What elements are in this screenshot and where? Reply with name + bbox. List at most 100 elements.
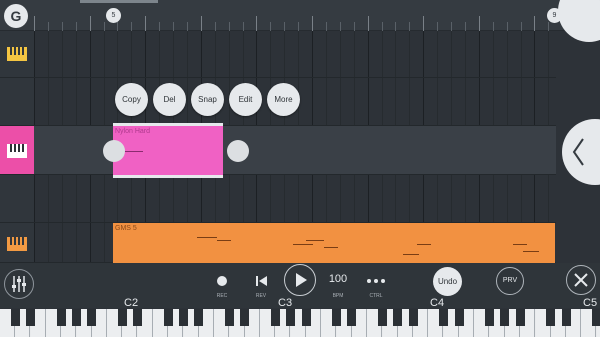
ruler-tick	[437, 22, 438, 31]
black-key[interactable]	[302, 309, 311, 326]
black-key[interactable]	[225, 309, 234, 326]
ruler-tick	[326, 22, 327, 31]
clip-note	[306, 240, 324, 241]
transport-bar: REC REV 100 BPM CTRL Undo PRV	[0, 263, 600, 308]
clip-note	[197, 237, 217, 238]
black-key[interactable]	[455, 309, 464, 326]
track-header-2[interactable]	[0, 78, 34, 126]
app-menu-button[interactable]: G	[4, 4, 28, 28]
ruler-tick	[243, 22, 244, 31]
play-icon	[296, 273, 307, 287]
black-key[interactable]	[347, 309, 356, 326]
control-button[interactable]: CTRL	[356, 265, 396, 299]
clip-resize-handle-left[interactable]	[103, 140, 125, 162]
record-label: REC	[216, 293, 228, 299]
snap-button[interactable]: Snap	[191, 83, 224, 116]
delete-button[interactable]: Del	[153, 83, 186, 116]
record-button[interactable]: REC	[202, 265, 242, 299]
bar-marker-5[interactable]: 5	[106, 8, 121, 23]
black-key[interactable]	[87, 309, 96, 326]
track-lane-4[interactable]	[34, 175, 556, 223]
ruler-tick	[62, 22, 63, 31]
black-key[interactable]	[286, 309, 295, 326]
control-label: CTRL	[369, 293, 383, 299]
black-key[interactable]	[72, 309, 81, 326]
ruler-tick	[201, 16, 202, 31]
ruler-tick	[354, 22, 355, 31]
black-key[interactable]	[179, 309, 188, 326]
black-key[interactable]	[26, 309, 35, 326]
ruler-tick	[48, 22, 49, 31]
track-header-1[interactable]	[0, 31, 34, 78]
keyboard-icon	[7, 237, 27, 251]
black-key[interactable]	[57, 309, 66, 326]
pattern-clip-gms-5[interactable]: GMS 5	[113, 223, 555, 263]
clip-name: GMS 5	[115, 225, 137, 232]
black-key[interactable]	[118, 309, 127, 326]
black-key[interactable]	[516, 309, 525, 326]
track-header-5[interactable]	[0, 223, 34, 263]
pattern-clip-nylon-hard[interactable]: Nylon Hard	[113, 123, 223, 178]
fl-fruit-icon	[594, 0, 600, 6]
black-key[interactable]	[194, 309, 203, 326]
black-key[interactable]	[485, 309, 494, 326]
clip-note	[513, 244, 527, 245]
mixer-sliders-icon	[12, 276, 26, 292]
ruler-tick	[340, 22, 341, 31]
clip-resize-handle-right[interactable]	[227, 140, 249, 162]
ruler-tick	[465, 22, 466, 31]
mixer-button[interactable]	[4, 269, 34, 299]
ruler-tick	[229, 22, 230, 31]
track-header-4[interactable]	[0, 175, 34, 223]
black-key[interactable]	[164, 309, 173, 326]
ruler-tick	[270, 22, 271, 31]
ruler-tick	[104, 22, 105, 31]
clip-note	[403, 254, 419, 255]
octave-label-c4: C4	[430, 297, 445, 309]
more-dots-icon	[367, 279, 385, 283]
ruler-tick	[159, 22, 160, 31]
black-key[interactable]	[11, 309, 20, 326]
ruler-tick	[256, 16, 257, 31]
black-key[interactable]	[439, 309, 448, 326]
play-button[interactable]	[284, 264, 316, 296]
clip-note	[293, 244, 313, 245]
clip-note	[523, 251, 539, 252]
piano-keyboard[interactable]	[0, 309, 600, 337]
ruler-tick	[173, 22, 174, 31]
clip-name: Nylon Hard	[115, 128, 151, 135]
track-lane-1[interactable]	[34, 31, 556, 78]
more-button[interactable]: More	[267, 83, 300, 116]
black-key[interactable]	[592, 309, 600, 326]
track-header-3-selected[interactable]	[0, 126, 34, 175]
black-key[interactable]	[409, 309, 418, 326]
ruler-tick	[312, 16, 313, 31]
preview-button[interactable]: PRV	[496, 267, 524, 295]
ruler-tick	[423, 16, 424, 31]
edit-button[interactable]: Edit	[229, 83, 262, 116]
black-key[interactable]	[393, 309, 402, 326]
black-key[interactable]	[133, 309, 142, 326]
black-key[interactable]	[500, 309, 509, 326]
black-key[interactable]	[271, 309, 280, 326]
ruler-tick	[215, 22, 216, 31]
ruler-tick	[382, 22, 383, 31]
playlist-tracks[interactable]: Nylon Hard GMS 5 Copy Del Snap Edit More	[0, 31, 600, 263]
undo-button[interactable]: Undo	[433, 267, 462, 296]
black-key[interactable]	[546, 309, 555, 326]
black-key[interactable]	[562, 309, 571, 326]
black-key[interactable]	[378, 309, 387, 326]
close-button[interactable]	[566, 265, 596, 295]
ruler-tick	[395, 22, 396, 31]
rewind-button[interactable]: REV	[241, 265, 281, 299]
black-key[interactable]	[332, 309, 341, 326]
clip-note	[217, 240, 231, 241]
copy-button[interactable]: Copy	[115, 83, 148, 116]
ruler-tick	[493, 22, 494, 31]
black-key[interactable]	[240, 309, 249, 326]
keyboard-icon	[7, 47, 27, 61]
tempo-control[interactable]: 100 BPM	[318, 265, 358, 299]
ruler-tick	[534, 16, 535, 31]
side-panel-toggle[interactable]	[562, 119, 600, 185]
ruler-tick	[548, 22, 549, 31]
